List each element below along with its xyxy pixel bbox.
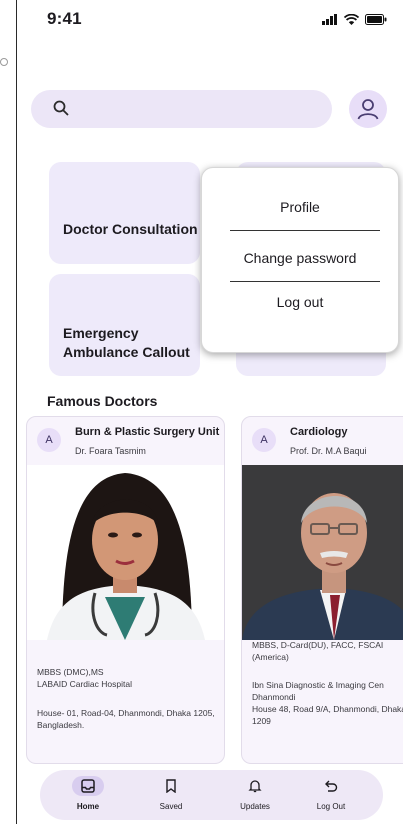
avatar: A [37,428,61,452]
nav-label: Saved [159,802,183,811]
status-bar: 9:41 [17,0,403,40]
nav-label: Log Out [316,802,346,811]
bell-icon [239,776,271,796]
nav-item-saved[interactable]: Saved [136,770,206,820]
doctor-card[interactable]: A Cardiology Prof. Dr. M.A Baqui MBBS, D… [241,416,403,764]
inbox-icon [72,776,104,796]
nav-label: Home [76,802,100,811]
menu-divider [230,230,380,231]
frame-marker [0,58,8,66]
tile-emergency-ambulance[interactable]: Emergency Ambulance Callout [49,274,200,376]
frame-divider [16,0,17,824]
avatar: A [252,428,276,452]
tile-doctor-consultation[interactable]: Doctor Consultation [49,162,200,264]
profile-menu: Profile Change password Log out [201,167,399,353]
wifi-icon [343,12,360,30]
doctor-hospital: LABAID Cardiac Hospital [37,679,132,689]
nav-item-updates[interactable]: Updates [220,770,290,820]
tile-label: Doctor Consultation [63,221,198,237]
doctor-degrees: MBBS, D-Card(DU), FACC, FSCAI (America) [252,640,384,662]
doctor-address: House 48, Road 9/A, Dhanmondi, Dhaka-120… [252,704,403,726]
doctor-name: Prof. Dr. M.A Baqui [290,446,367,456]
profile-avatar-button[interactable] [349,90,387,128]
doctor-specialty: Cardiology [290,426,348,438]
card-header: A Cardiology Prof. Dr. M.A Baqui [242,417,403,465]
menu-item-log-out[interactable]: Log out [202,294,398,310]
menu-item-profile[interactable]: Profile [202,199,398,215]
bookmark-icon [155,776,187,796]
undo-icon [315,776,347,796]
doctor-hospital: Ibn Sina Diagnostic & Imaging Cen Dhanmo… [252,680,384,702]
nav-item-log-out[interactable]: Log Out [296,770,366,820]
status-icons [322,12,387,30]
nav-label: Updates [240,802,270,811]
search-bar[interactable] [31,90,332,128]
menu-divider [230,281,380,282]
menu-item-change-password[interactable]: Change password [202,250,398,266]
tile-label: Emergency Ambulance Callout [63,325,190,360]
doctor-name: Dr. Foara Tasmim [75,446,146,456]
status-time: 9:41 [47,9,82,28]
doctor-card[interactable]: A Burn & Plastic Surgery Unit Dr. Foara … [26,416,225,764]
doctor-address: House- 01, Road-04, Dhanmondi, Dhaka 120… [37,708,215,730]
doctor-specialty: Burn & Plastic Surgery Unit [75,426,220,438]
signal-icon [322,12,338,30]
section-title-famous-doctors: Famous Doctors [47,393,158,409]
nav-item-home[interactable]: Home [53,770,123,820]
bottom-navigation: Home Saved Updates Log Out [40,770,383,820]
doctor-degrees: MBBS (DMC),MS [37,667,104,677]
doctor-photo [27,465,224,640]
battery-icon [365,12,387,30]
doctor-photo [242,465,403,640]
card-header: A Burn & Plastic Surgery Unit Dr. Foara … [27,417,224,465]
